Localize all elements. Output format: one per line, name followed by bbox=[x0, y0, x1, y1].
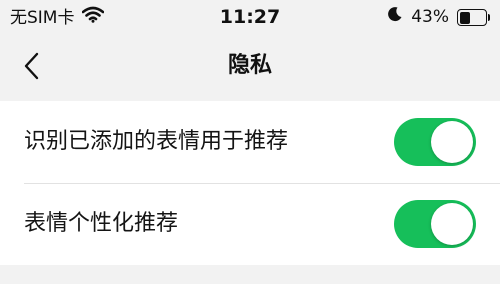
battery-level bbox=[460, 11, 470, 24]
page-title: 隐私 bbox=[227, 53, 272, 78]
moon-icon bbox=[387, 6, 403, 28]
battery-percent: 43% bbox=[411, 7, 449, 27]
status-bar: 无SIM卡 11:27 43% bbox=[0, 0, 500, 34]
toggle-knob bbox=[431, 203, 473, 245]
setting-row-recognize-stickers: 识别已添加的表情用于推荐 bbox=[0, 101, 500, 183]
personalized-recommend-toggle[interactable] bbox=[394, 200, 476, 248]
nav-bar: 隐私 bbox=[0, 34, 500, 100]
setting-row-personalized-recommend: 表情个性化推荐 bbox=[0, 183, 500, 265]
setting-label: 识别已添加的表情用于推荐 bbox=[24, 129, 289, 154]
settings-list: 识别已添加的表情用于推荐 表情个性化推荐 bbox=[0, 101, 500, 265]
recognize-stickers-toggle[interactable] bbox=[394, 118, 476, 166]
setting-label: 表情个性化推荐 bbox=[24, 211, 179, 236]
battery-icon bbox=[457, 8, 490, 26]
status-right: 43% bbox=[387, 6, 490, 28]
toggle-knob bbox=[431, 121, 473, 163]
